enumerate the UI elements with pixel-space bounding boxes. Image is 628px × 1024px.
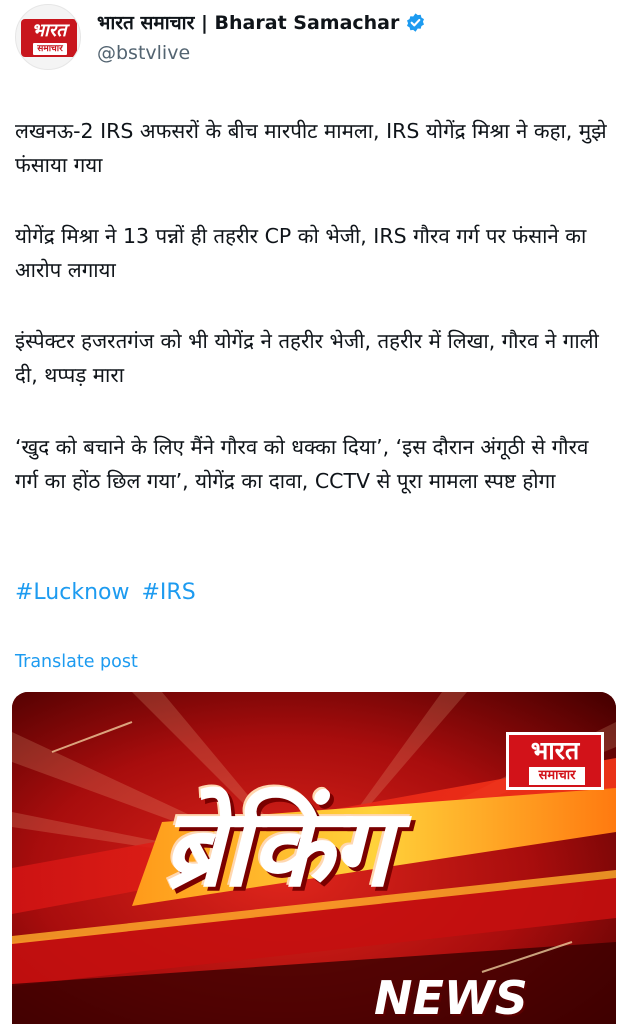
hashtag-link[interactable]: #IRS xyxy=(141,580,195,605)
avatar-logo-text-top: भारत xyxy=(31,20,67,41)
author-display-name[interactable]: भारत समाचार | Bharat Samachar xyxy=(97,10,426,36)
breaking-headline: ब्रेकिंग xyxy=(162,786,391,911)
brand-logo-text-bottom: समाचार xyxy=(529,767,585,785)
verified-badge-icon xyxy=(407,13,425,32)
hashtag-list: #Lucknow #IRS xyxy=(15,576,201,610)
post-paragraph: इंस्पेक्टर हजरतगंज को भी योगेंद्र ने तहर… xyxy=(15,329,599,387)
post-paragraph: योगेंद्र मिश्रा ने 13 पन्नों ही तहरीर CP… xyxy=(15,224,587,282)
author-handle[interactable]: @bstvlive xyxy=(97,40,190,66)
brand-logo-badge: भारत समाचार xyxy=(506,732,604,790)
hashtag-link[interactable]: #Lucknow xyxy=(15,580,129,605)
translate-post-link[interactable]: Translate post xyxy=(15,648,138,676)
avatar-logo-text-bottom: समाचार xyxy=(33,43,67,55)
author-name-text: भारत समाचार | Bharat Samachar xyxy=(97,12,400,34)
post-paragraph: लखनऊ-2 IRS अफसरों के बीच मारपीट मामला, I… xyxy=(15,119,607,177)
avatar-logo: भारत समाचार xyxy=(21,19,77,57)
brand-logo-text-top: भारत xyxy=(530,736,580,765)
post-paragraph: ‘खुद को बचाने के लिए मैंने गौरव को धक्का… xyxy=(15,435,589,493)
avatar[interactable]: भारत समाचार xyxy=(15,4,81,70)
post-header: भारत समाचार भारत समाचार | Bharat Samacha… xyxy=(0,0,628,78)
news-label: NEWS xyxy=(374,971,528,1024)
post-page: भारत समाचार भारत समाचार | Bharat Samacha… xyxy=(0,0,628,1024)
post-media-image[interactable]: भारत समाचार ब्रेकिंग NEWS xyxy=(12,692,616,1024)
